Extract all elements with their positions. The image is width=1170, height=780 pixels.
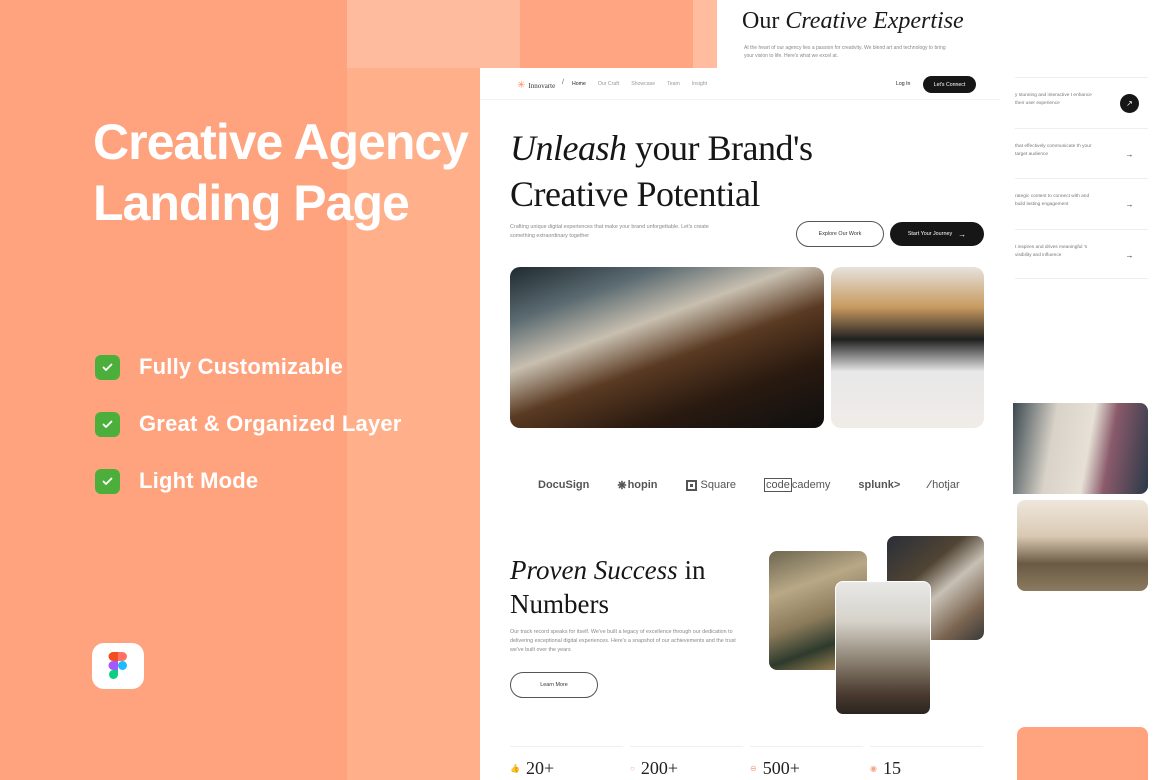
expertise-title: Our Creative Expertise — [742, 8, 964, 35]
navbar: ✳ Innovarte / Home Our Craft Showcase Te… — [480, 68, 1000, 100]
check-icon — [95, 468, 120, 494]
nav-links: Home Our Craft Showcase Team Insight — [572, 81, 719, 87]
stat-value: 200+ — [640, 758, 678, 778]
start-journey-button[interactable]: Start Your Journey → — [890, 222, 984, 246]
divider — [1015, 278, 1148, 279]
background-stripe — [520, 0, 693, 68]
thumbs-up-icon: 👍 — [510, 764, 520, 773]
promo-title-line: Landing Page — [93, 175, 410, 231]
arrow-right-icon[interactable]: → — [1120, 195, 1139, 214]
arrow-right-icon: → — [958, 229, 967, 239]
stat-value: 500+ — [762, 758, 800, 778]
nav-link-our-craft[interactable]: Our Craft — [598, 81, 619, 87]
smile-icon: ○ — [630, 764, 635, 773]
briefcase-icon: ⊖ — [750, 764, 757, 773]
hopin-icon: ❋ — [617, 479, 627, 492]
check-icon — [95, 354, 120, 380]
hero-title-rest: your Brand's — [635, 128, 813, 168]
feature-item: Light Mode — [95, 468, 402, 494]
success-description: Our track record speaks for itself. We'v… — [510, 629, 736, 653]
check-icon — [95, 411, 120, 437]
stats-row: 👍 20+ ○ 200+ ⊖ 500+ ◉ 15 — [510, 746, 990, 779]
feature-label: Fully Customizable — [139, 354, 344, 379]
services-list: y stunning and interactive t enhance the… — [1000, 68, 1170, 398]
service-item[interactable]: t inspires and drives meaningful 's visi… — [1015, 229, 1148, 280]
hero-image-office — [831, 267, 984, 428]
arrow-right-icon[interactable]: → — [1120, 246, 1139, 265]
accent-card — [1017, 727, 1148, 780]
feature-label: Great & Organized Layer — [139, 411, 402, 436]
nav-link-team[interactable]: Team — [667, 81, 680, 87]
learn-more-button[interactable]: Learn More — [510, 672, 598, 698]
hero-image-team-meeting — [510, 267, 824, 428]
hero-title: Unleash your Brand's Creative Potential — [510, 125, 813, 217]
background-stripe — [693, 0, 717, 68]
success-title-line2: Numbers — [510, 589, 609, 619]
arrow-right-icon[interactable]: → — [1120, 145, 1139, 164]
hero-title-italic: Unleash — [510, 128, 627, 168]
nav-link-showcase[interactable]: Showcase — [631, 81, 655, 87]
success-title-rest: in — [684, 555, 706, 585]
start-journey-label: Start Your Journey — [907, 231, 953, 237]
lets-connect-button[interactable]: Let's Connect — [923, 76, 976, 93]
brand-logo[interactable]: ✳ Innovarte — [517, 80, 555, 91]
logo-square: Square — [685, 479, 736, 491]
stat-item: ○ 200+ — [630, 746, 743, 779]
award-icon: ◉ — [870, 764, 877, 773]
service-text: t inspires and drives meaningful 's visi… — [1015, 245, 1088, 258]
service-text: y stunning and interactive t enhance the… — [1015, 93, 1092, 106]
figma-logo-icon — [108, 652, 127, 679]
hero-description: Crafting unique digital experiences that… — [510, 224, 709, 239]
logo-hotjar: ∕ hotjar — [928, 479, 960, 491]
logo-splunk: splunk> — [858, 479, 901, 491]
explore-work-button[interactable]: Explore Our Work — [796, 221, 884, 247]
sunburst-icon: ✳ — [517, 80, 526, 91]
success-title: Proven Success in Numbers — [510, 553, 705, 621]
feature-item: Great & Organized Layer — [95, 411, 402, 437]
promo-title-line: Creative Agency — [93, 114, 469, 170]
logo-codecademy: code cademy — [763, 478, 831, 492]
nav-link-insight[interactable]: Insight — [692, 81, 707, 87]
hotjar-icon: ∕ — [928, 479, 931, 491]
brand-name: Innovarte — [528, 81, 556, 90]
arrow-up-right-icon[interactable]: ↗ — [1120, 94, 1139, 113]
expertise-section: Our Creative Expertise At the heart of o… — [717, 0, 1170, 68]
success-title-italic: Proven Success — [510, 555, 678, 585]
expertise-title-plain: Our — [742, 8, 780, 34]
service-text: rategic content to connect with and buil… — [1015, 194, 1090, 207]
feature-item: Fully Customizable — [95, 354, 402, 380]
logo-docusign: DocuSign — [538, 479, 590, 491]
stat-value: 15 — [882, 758, 901, 778]
hero-title-line2: Creative Potential — [510, 174, 760, 214]
showcase-image — [1017, 500, 1148, 591]
feature-label: Light Mode — [139, 468, 259, 493]
stat-item: ⊖ 500+ — [750, 746, 863, 779]
expertise-description: At the heart of our agency lies a passio… — [744, 45, 946, 59]
logo-hopin: ❋ hopin — [617, 479, 658, 492]
figma-badge — [92, 643, 144, 689]
service-item[interactable]: y stunning and interactive t enhance the… — [1015, 77, 1148, 128]
client-logos: DocuSign ❋ hopin Square code cademy splunk… — [538, 478, 988, 492]
background-stripe — [347, 0, 520, 68]
feature-list: Fully Customizable Great & Organized Lay… — [95, 354, 402, 525]
numbers-image — [835, 581, 931, 715]
stat-item: 👍 20+ — [510, 746, 623, 779]
showcase-image — [1013, 403, 1148, 494]
square-icon — [685, 479, 697, 491]
expertise-title-italic: Creative Expertise — [785, 8, 964, 34]
nav-link-home[interactable]: Home — [572, 81, 586, 87]
promo-title: Creative Agency Landing Page — [93, 112, 469, 234]
service-item[interactable]: rategic content to connect with and buil… — [1015, 178, 1148, 229]
stat-value: 20+ — [525, 758, 555, 778]
login-link[interactable]: Log In — [896, 81, 910, 87]
service-item[interactable]: that effectively communicate th your tar… — [1015, 128, 1148, 179]
breadcrumb-separator: / — [562, 79, 564, 86]
service-text: that effectively communicate th your tar… — [1015, 144, 1092, 157]
stat-item: ◉ 15 — [870, 746, 983, 779]
